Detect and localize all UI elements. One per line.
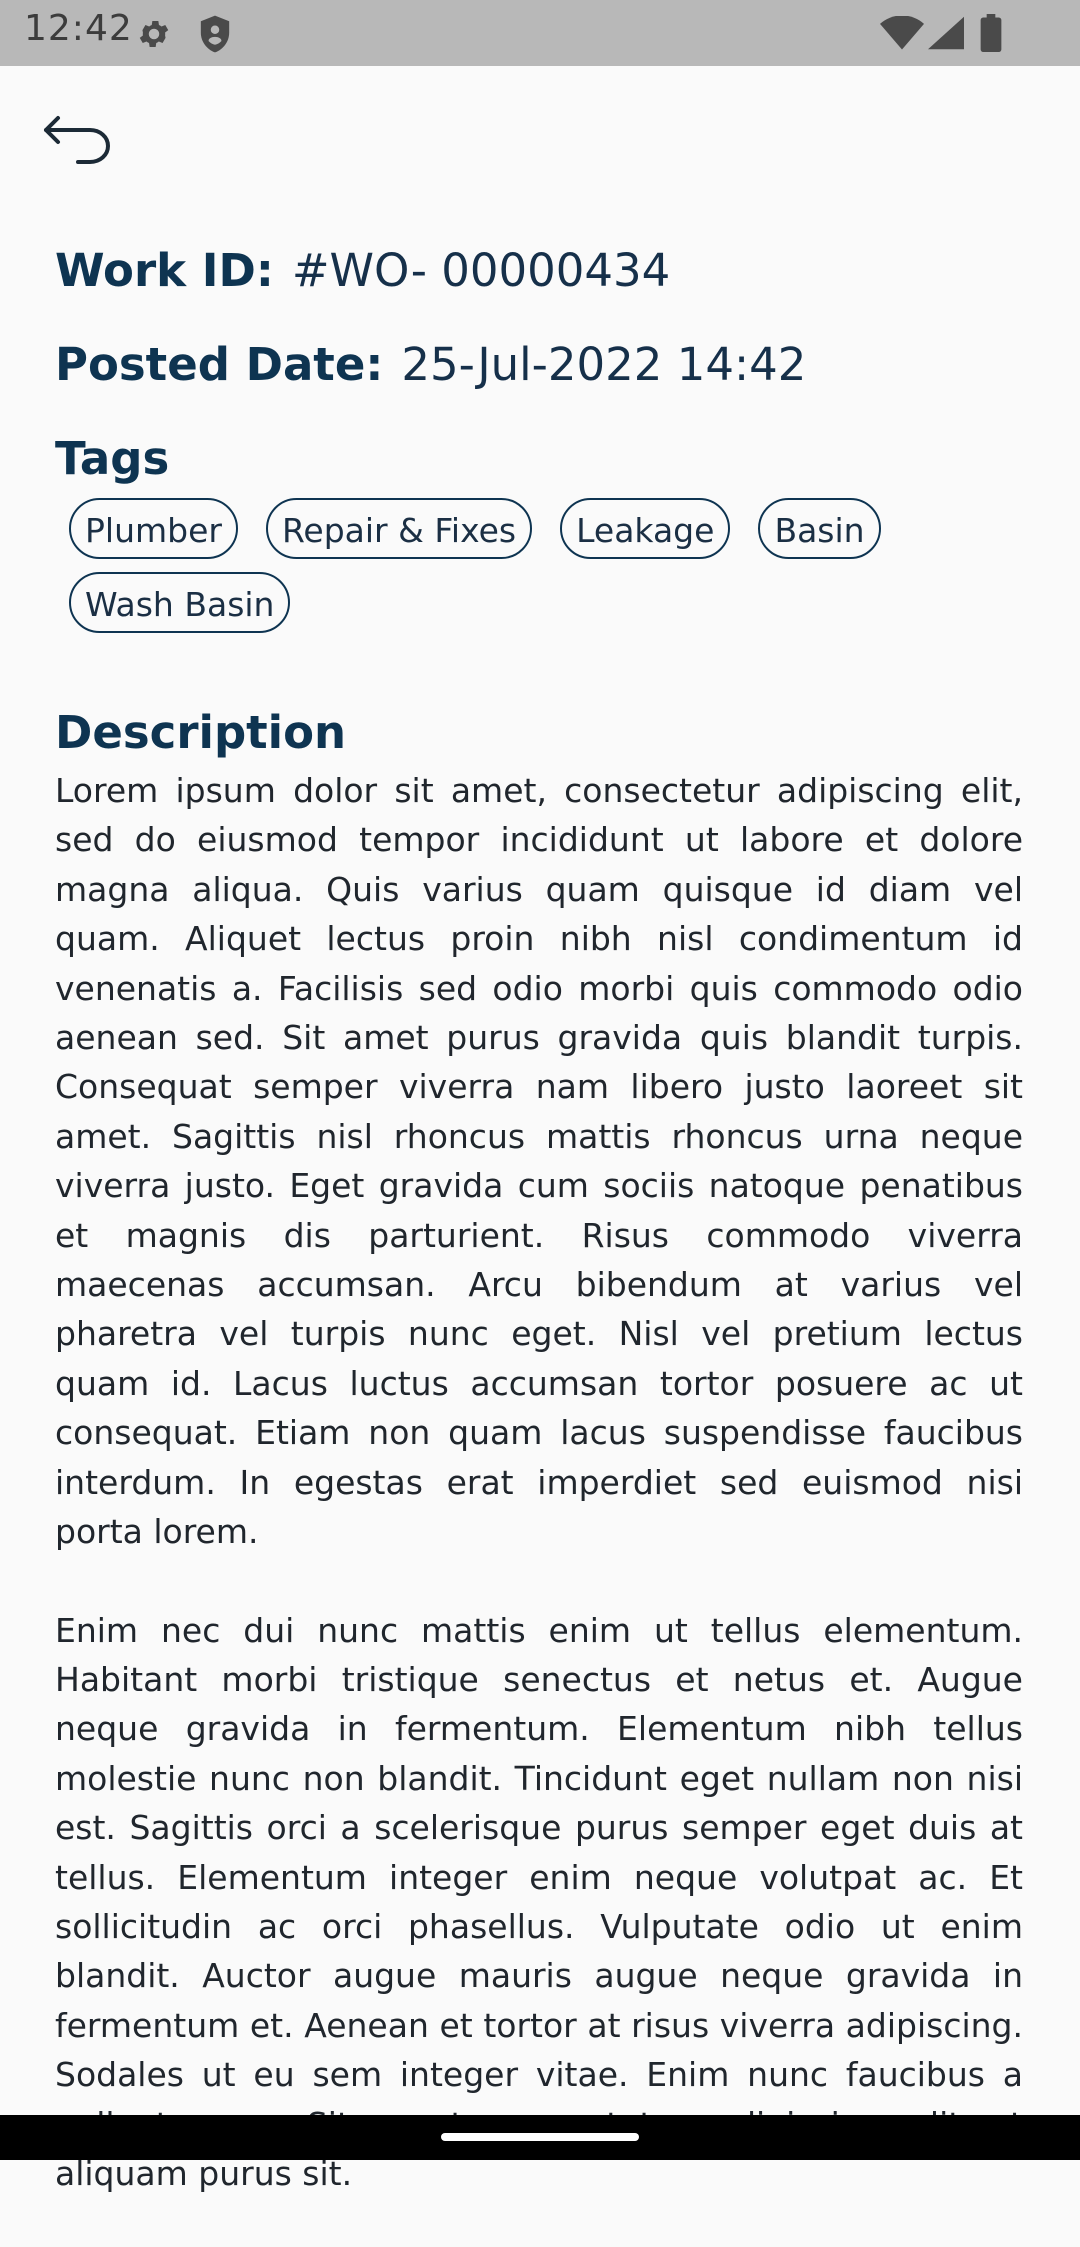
work-id-value: #WO- 00000434: [291, 244, 671, 297]
back-arrow-icon: [38, 116, 118, 174]
description-paragraph: Lorem ipsum dolor sit amet, consectetur …: [55, 771, 1023, 1552]
wifi-icon: [880, 15, 924, 54]
tag-chip[interactable]: Basin: [758, 498, 881, 559]
description-body: Lorem ipsum dolor sit amet, consectetur …: [55, 766, 1023, 2247]
gear-icon: [136, 16, 172, 56]
home-handle[interactable]: [441, 2133, 639, 2141]
posted-date-row: Posted Date: 25-Jul-2022 14:42: [55, 338, 806, 391]
signal-icon: [928, 16, 964, 54]
work-id-row: Work ID: #WO- 00000434: [55, 244, 670, 297]
tags-title: Tags: [55, 432, 170, 485]
description-title: Description: [55, 706, 347, 759]
tag-chip[interactable]: Plumber: [69, 498, 238, 559]
status-bar: 12:42: [0, 0, 1080, 66]
work-id-label: Work ID:: [55, 244, 274, 297]
status-time: 12:42: [24, 8, 133, 49]
back-button[interactable]: [38, 110, 118, 170]
battery-icon: [980, 14, 1002, 56]
description-paragraph: Enim nec dui nunc mattis enim ut tellus …: [55, 1610, 1023, 2193]
tags-list: Plumber Repair & Fixes Leakage Basin Was…: [69, 498, 1029, 633]
shield-icon: [198, 14, 232, 58]
posted-date-label: Posted Date:: [55, 338, 384, 391]
navigation-bar: [0, 2115, 1080, 2160]
tag-chip[interactable]: Repair & Fixes: [265, 498, 533, 559]
tag-chip[interactable]: Leakage: [560, 498, 731, 559]
posted-date-value: 25-Jul-2022 14:42: [401, 338, 807, 391]
tag-chip[interactable]: Wash Basin: [69, 572, 291, 633]
